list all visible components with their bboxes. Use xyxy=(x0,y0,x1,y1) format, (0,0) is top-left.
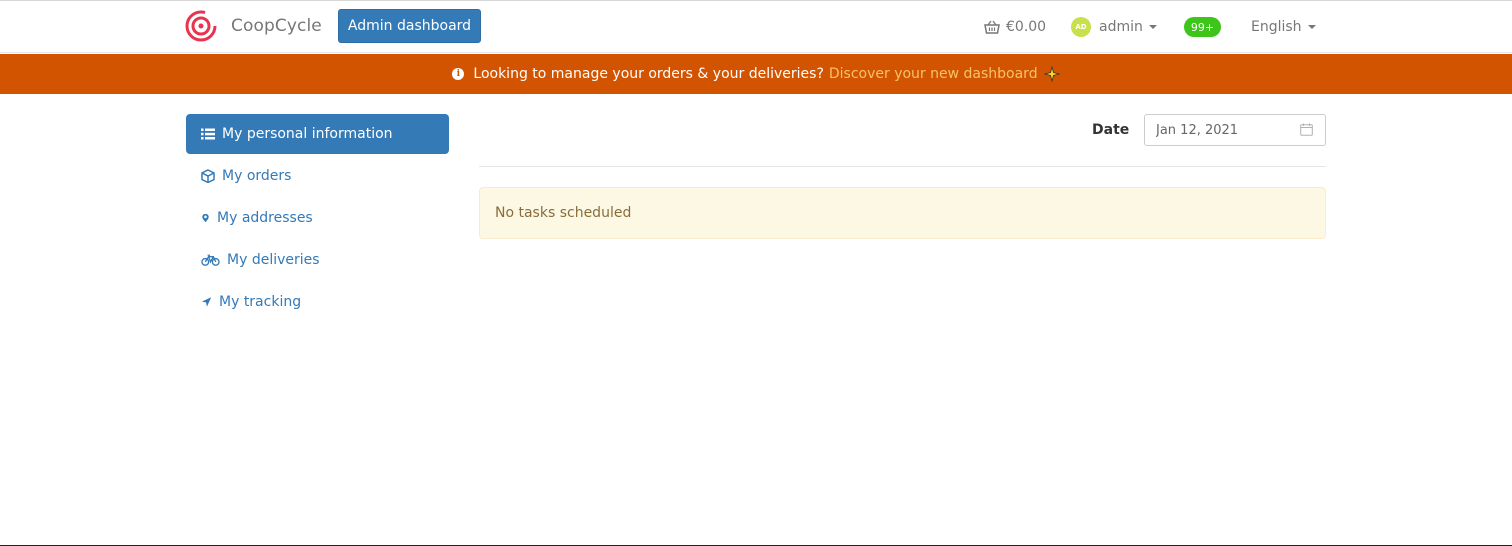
basket-icon xyxy=(984,20,1000,34)
caret-down-icon xyxy=(1307,25,1316,29)
user-menu[interactable]: AD admin xyxy=(1071,1,1157,53)
avatar: AD xyxy=(1071,17,1091,37)
sidebar-item-label: My deliveries xyxy=(227,252,320,268)
top-navbar: CoopCycle Admin dashboard €0.00 AD admin… xyxy=(0,1,1512,53)
alert-message: No tasks scheduled xyxy=(495,205,632,221)
cart-amount: €0.00 xyxy=(1006,19,1047,35)
map-marker-icon xyxy=(202,213,209,223)
sidebar-item-label: My personal information xyxy=(222,126,393,142)
list-icon xyxy=(201,128,215,140)
coopcycle-logo-icon xyxy=(185,10,217,42)
date-label: Date xyxy=(1092,122,1130,138)
brand-name: CoopCycle xyxy=(231,16,322,36)
location-arrow-icon xyxy=(201,297,212,307)
language-label: English xyxy=(1251,19,1302,35)
admin-dashboard-button[interactable]: Admin dashboard xyxy=(338,9,481,43)
caret-down-icon xyxy=(1148,25,1157,29)
sparkles-icon xyxy=(1043,66,1060,82)
sidebar-item-label: My tracking xyxy=(219,294,302,310)
sidebar-item-label: My orders xyxy=(222,168,292,184)
account-sidebar: My personal information My orders My add… xyxy=(186,114,449,324)
language-menu[interactable]: English xyxy=(1251,1,1316,53)
announcement-banner: i Looking to manage your orders & your d… xyxy=(0,54,1512,94)
info-circle-icon: i xyxy=(452,68,465,80)
sidebar-item-addresses[interactable]: My addresses xyxy=(186,198,449,238)
calendar-icon[interactable] xyxy=(1300,123,1313,136)
username: admin xyxy=(1099,19,1143,35)
sidebar-item-orders[interactable]: My orders xyxy=(186,156,449,196)
cube-icon xyxy=(201,169,215,183)
sidebar-item-personal-information[interactable]: My personal information xyxy=(186,114,449,154)
cart-link[interactable]: €0.00 xyxy=(984,1,1046,53)
date-picker-input[interactable] xyxy=(1144,114,1326,146)
banner-text: Looking to manage your orders & your del… xyxy=(473,66,824,82)
section-divider xyxy=(479,166,1326,167)
discover-dashboard-link[interactable]: Discover your new dashboard xyxy=(829,66,1038,82)
sidebar-item-tracking[interactable]: My tracking xyxy=(186,282,449,322)
sidebar-item-deliveries[interactable]: My deliveries xyxy=(186,240,449,280)
no-tasks-alert: No tasks scheduled xyxy=(479,187,1326,239)
notifications-badge[interactable]: 99+ xyxy=(1184,17,1221,37)
brand[interactable]: CoopCycle xyxy=(185,10,322,42)
sidebar-item-label: My addresses xyxy=(217,210,313,226)
bicycle-icon xyxy=(201,254,220,266)
